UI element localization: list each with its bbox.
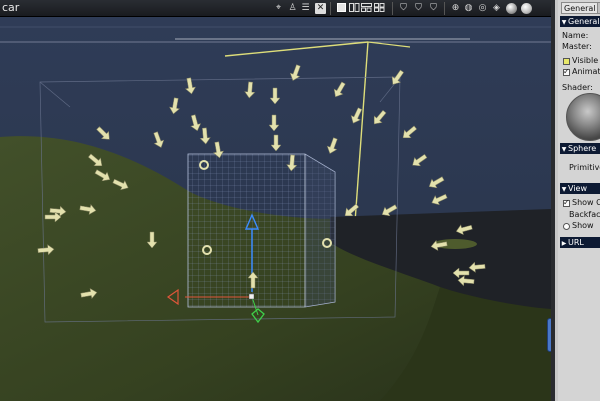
3d-viewport[interactable] — [0, 17, 551, 401]
general-section-title: General — [568, 17, 600, 26]
toolbar-divider — [392, 2, 393, 15]
grid-cube[interactable] — [187, 153, 336, 308]
move-icon[interactable]: ☰ — [300, 3, 311, 14]
cube-icon[interactable]: ◈ — [491, 3, 502, 14]
select-icon[interactable]: ✕ — [315, 3, 326, 14]
sphere-section-header[interactable]: ▼ Sphere — [560, 143, 600, 154]
visible-checkbox[interactable] — [563, 58, 570, 65]
general-section-header[interactable]: ▼ General — [560, 16, 600, 27]
tab-general[interactable]: General — [561, 2, 599, 14]
show-radio[interactable] — [563, 223, 570, 230]
view-section-header[interactable]: ▼ View — [560, 183, 600, 194]
collapse-arrow-icon: ▼ — [561, 19, 567, 26]
url-section-header[interactable]: ▶ URL — [560, 237, 600, 248]
visible-label: Visible — [572, 56, 599, 65]
sphere-shaded-icon[interactable] — [506, 3, 517, 14]
shield-c-icon[interactable]: ⛉ — [428, 3, 439, 14]
collapse-arrow-icon: ▼ — [561, 146, 567, 153]
expand-arrow-icon: ▶ — [561, 240, 567, 247]
primitive-label: Primitive S — [569, 163, 600, 172]
window-title: car — [2, 1, 20, 14]
view-section-title: View — [568, 184, 587, 193]
sphere-smooth-icon[interactable] — [521, 3, 532, 14]
show-radio-label: Show — [572, 221, 594, 230]
backfaces-label: Backfaces — [569, 210, 600, 219]
toolbar-divider — [330, 2, 331, 15]
two-view-icon[interactable] — [349, 3, 360, 14]
axis-icon[interactable]: ⊕ — [450, 3, 461, 14]
collapse-arrow-icon: ▼ — [561, 186, 567, 193]
sphere-section-title: Sphere — [568, 144, 597, 153]
animated-checkbox[interactable] — [563, 67, 570, 76]
properties-panel: General M ▼General Name: Master: Visible… — [551, 0, 600, 401]
four-view-icon[interactable] — [374, 3, 385, 14]
viewport-toolbar: car ⌖ ♙ ☰ ✕ ⛉ ⛉ ⛉ ⊕ ◍ ◎ ◈ — [0, 0, 551, 17]
shield-a-icon[interactable]: ⛉ — [398, 3, 409, 14]
show-object-label: Show Ob — [572, 198, 600, 207]
target-icon[interactable]: ◎ — [477, 3, 488, 14]
shader-preview-sphere[interactable] — [566, 93, 600, 141]
url-section-title: URL — [568, 238, 584, 247]
scene-canvas[interactable] — [0, 17, 551, 401]
light-icon[interactable]: ♙ — [287, 3, 298, 14]
shader-label: Shader: — [562, 83, 593, 92]
show-object-checkbox[interactable] — [563, 198, 570, 207]
name-label: Name: — [562, 31, 589, 40]
camera-icon[interactable]: ⌖ — [273, 3, 284, 14]
toolbar-divider — [444, 2, 445, 15]
globe-icon[interactable]: ◍ — [463, 3, 474, 14]
master-label: Master: — [562, 42, 592, 51]
three-view-icon[interactable] — [361, 3, 372, 14]
shield-b-icon[interactable]: ⛉ — [413, 3, 424, 14]
animated-label: Animated — [572, 67, 600, 76]
single-view-icon[interactable] — [336, 3, 347, 14]
